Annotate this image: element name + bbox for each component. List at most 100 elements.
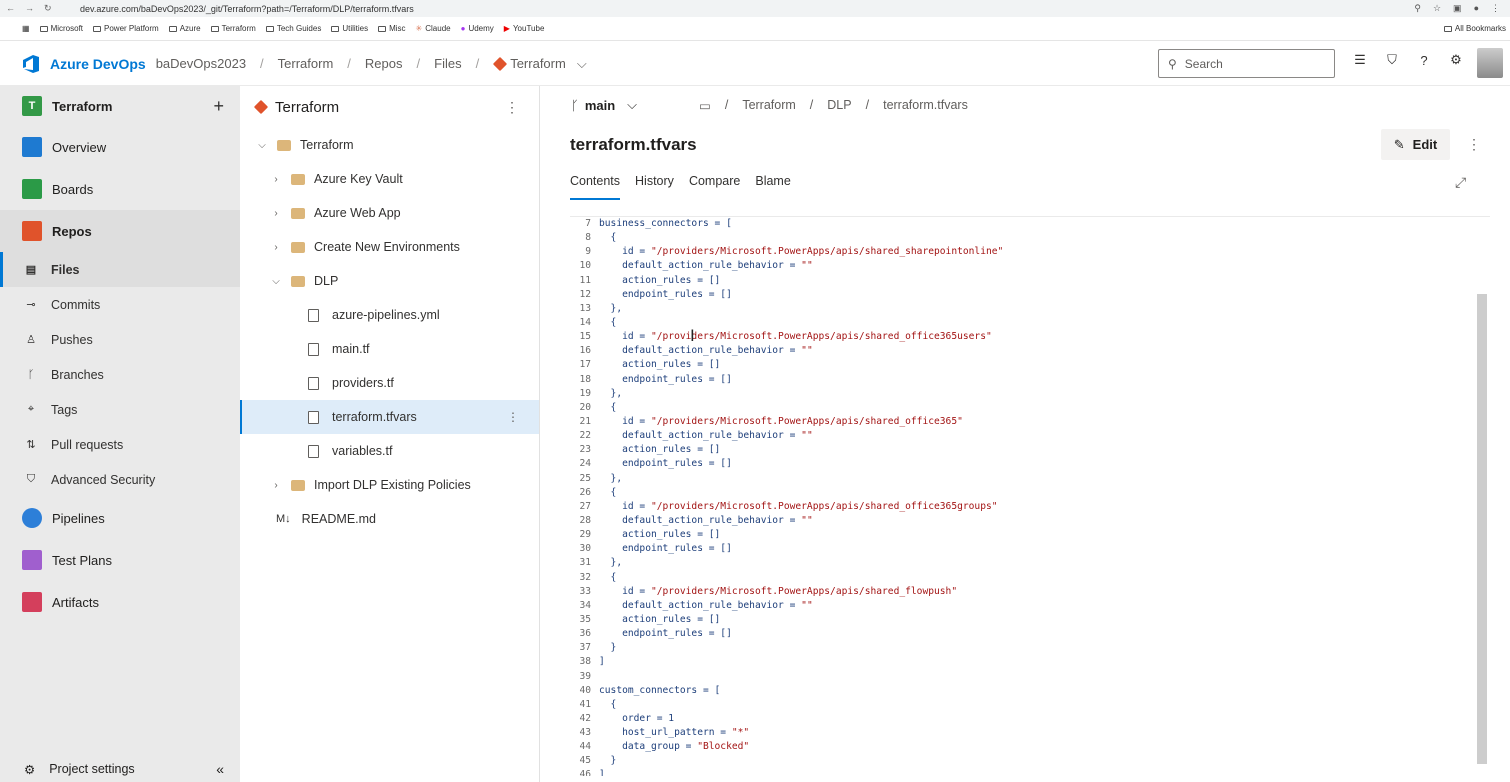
- star-icon[interactable]: ☆: [1433, 3, 1441, 14]
- search-input[interactable]: ⚲ Search: [1158, 49, 1335, 78]
- tree-folder-key-vault[interactable]: › Azure Key Vault: [240, 162, 539, 196]
- tab-blame[interactable]: Blame: [755, 174, 790, 200]
- nav-boards[interactable]: Boards: [0, 168, 240, 210]
- bookmark-tech-guides[interactable]: Tech Guides: [265, 24, 321, 33]
- bookmark-terraform[interactable]: Terraform: [210, 24, 256, 33]
- bookmark-power-platform[interactable]: Power Platform: [93, 24, 159, 33]
- profile-icon[interactable]: ●: [1474, 3, 1479, 14]
- apps-icon[interactable]: ▦: [22, 24, 30, 33]
- task-list-icon[interactable]: ☰: [1352, 52, 1368, 68]
- fullscreen-icon[interactable]: ⤢: [1455, 174, 1466, 191]
- nav-repos[interactable]: Repos: [0, 210, 240, 252]
- more-options-icon[interactable]: ⋮: [1467, 136, 1481, 153]
- azure-devops-logo-icon[interactable]: [20, 54, 42, 74]
- bookmark-microsoft[interactable]: Microsoft: [39, 24, 83, 33]
- branch-icon: ᚴ: [27, 368, 35, 381]
- nav-pipelines[interactable]: Pipelines: [0, 497, 240, 539]
- nav-commits[interactable]: ⊸ Commits: [0, 287, 240, 322]
- folder-outline-icon[interactable]: ▭: [699, 98, 711, 113]
- breadcrumb-repos[interactable]: Repos: [365, 56, 403, 71]
- marketplace-icon[interactable]: ⛉: [1384, 52, 1400, 68]
- tab-history[interactable]: History: [635, 174, 674, 200]
- path-terraform[interactable]: Terraform: [742, 98, 795, 112]
- nav-pushes[interactable]: ♙ Pushes: [0, 322, 240, 357]
- menu-icon[interactable]: ⋮: [1491, 3, 1500, 14]
- more-options-icon[interactable]: ⋮: [505, 99, 519, 116]
- tab-contents[interactable]: Contents: [570, 174, 621, 200]
- project-header[interactable]: T Terraform +: [0, 86, 240, 126]
- tree-folder-new-env[interactable]: › Create New Environments: [240, 230, 539, 264]
- forward-icon[interactable]: →: [25, 3, 34, 14]
- code-line: 29 action_rules = []: [570, 528, 1490, 542]
- back-icon[interactable]: ←: [6, 3, 15, 14]
- path-dlp[interactable]: DLP: [827, 98, 851, 112]
- pipelines-icon: [22, 508, 42, 528]
- folder-icon: [291, 275, 305, 287]
- zoom-icon[interactable]: ⚲: [1414, 3, 1421, 14]
- tree-file-variables[interactable]: variables.tf: [240, 434, 539, 468]
- nav-test-plans[interactable]: Test Plans: [0, 539, 240, 581]
- code-text: "/providers/Microsoft.PowerApps/apis/sha…: [650, 246, 1004, 258]
- breadcrumb-project[interactable]: Terraform: [278, 56, 334, 71]
- tree-folder-web-app[interactable]: › Azure Web App: [240, 196, 539, 230]
- line-number: 42: [579, 712, 591, 724]
- code-line: 12 endpoint_rules = []: [570, 288, 1490, 302]
- tab-compare[interactable]: Compare: [689, 174, 740, 200]
- tree-file-providers[interactable]: providers.tf: [240, 366, 539, 400]
- breadcrumb-org[interactable]: baDevOps2023: [156, 56, 246, 71]
- code-line: 46]: [570, 768, 1490, 776]
- nav-branches[interactable]: ᚴ Branches: [0, 357, 240, 392]
- nav-tags[interactable]: ⌖ Tags: [0, 392, 240, 427]
- avatar[interactable]: [1477, 48, 1503, 78]
- tree-folder-import[interactable]: › Import DLP Existing Policies: [240, 468, 539, 502]
- bookmark-youtube[interactable]: ▶ YouTube: [504, 24, 545, 33]
- code-text: "/providers/Microsoft.PowerApps/apis/sha…: [650, 331, 992, 343]
- nav-overview[interactable]: Overview: [0, 126, 240, 168]
- repo-selector[interactable]: Terraform ⌵: [493, 56, 587, 72]
- edit-button[interactable]: ✎ Edit: [1381, 129, 1450, 160]
- breadcrumb-files[interactable]: Files: [434, 56, 461, 71]
- bookmark-misc[interactable]: Misc: [378, 24, 406, 33]
- folder-icon: [1443, 25, 1452, 32]
- extensions-icon[interactable]: ▣: [1453, 3, 1462, 14]
- code-text: default_action_rule_behavior =: [599, 514, 802, 526]
- line-number: 43: [579, 727, 591, 739]
- nav-advanced-security[interactable]: ⛉ Advanced Security: [0, 462, 240, 497]
- scrollbar[interactable]: [1477, 294, 1487, 764]
- code-line: 7 business_connectors = [: [570, 217, 1490, 231]
- nav-files[interactable]: ▤ Files: [0, 252, 240, 287]
- bookmark-claude[interactable]: ✳ Claude: [416, 24, 451, 33]
- branch-selector[interactable]: ᚴ main ⌵: [571, 97, 637, 113]
- reload-icon[interactable]: ↻: [44, 3, 52, 14]
- bookmark-azure[interactable]: Azure: [168, 24, 201, 33]
- nav-pull-requests[interactable]: ⇅ Pull requests: [0, 427, 240, 462]
- code-text: action_rules = []: [599, 274, 721, 286]
- more-options-icon[interactable]: ⋮: [507, 410, 519, 424]
- tree-file-readme[interactable]: M↓ README.md: [240, 502, 539, 536]
- tree-file-tfvars[interactable]: terraform.tfvars ⋮: [240, 400, 539, 434]
- line-number: 21: [579, 415, 591, 427]
- file-viewer: ᚴ main ⌵ ▭ / Terraform / DLP / terraform…: [541, 86, 1510, 782]
- chevron-right-icon: ›: [274, 173, 278, 185]
- bookmark-utilities[interactable]: Utilities: [331, 24, 368, 33]
- line-number: 25: [579, 472, 591, 484]
- brand-name[interactable]: Azure DevOps: [50, 56, 146, 72]
- bookmark-udemy[interactable]: ● Udemy: [461, 24, 494, 33]
- help-icon[interactable]: ?: [1416, 52, 1432, 68]
- tree-file-pipelines[interactable]: azure-pipelines.yml: [240, 298, 539, 332]
- address-bar[interactable]: dev.azure.com/baDevOps2023/_git/Terrafor…: [80, 4, 1414, 14]
- tree-folder-root[interactable]: ⌵ Terraform: [240, 128, 539, 162]
- code-line: 42 order = 1: [570, 712, 1490, 726]
- folder-icon: [378, 25, 387, 32]
- tree-file-main[interactable]: main.tf: [240, 332, 539, 366]
- tree-folder-dlp[interactable]: ⌵ DLP: [240, 264, 539, 298]
- all-bookmarks[interactable]: All Bookmarks: [1443, 24, 1506, 33]
- code-view[interactable]: 7 business_connectors = [ 8 { 9 id = "/pr…: [570, 216, 1490, 776]
- user-settings-icon[interactable]: ⚙: [1448, 52, 1464, 68]
- project-settings[interactable]: ⚙ Project settings «: [0, 756, 240, 782]
- add-icon[interactable]: +: [213, 96, 224, 117]
- code-text: "": [801, 260, 813, 272]
- collapse-icon[interactable]: «: [216, 761, 224, 777]
- nav-artifacts[interactable]: Artifacts: [0, 581, 240, 623]
- line-number: 39: [579, 670, 591, 682]
